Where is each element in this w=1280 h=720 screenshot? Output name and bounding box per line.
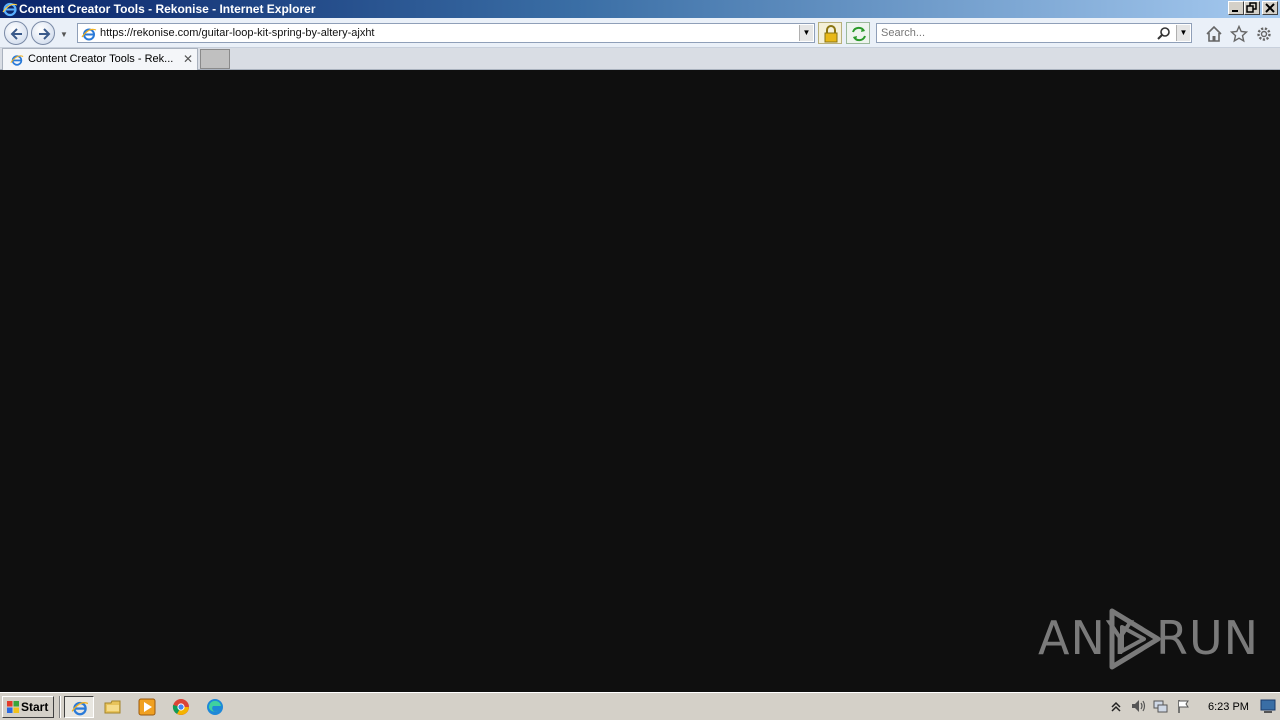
ie-logo-icon xyxy=(2,2,18,17)
start-label: Start xyxy=(21,700,49,714)
minimize-icon xyxy=(1232,10,1238,12)
address-dropdown-icon[interactable]: ▼ xyxy=(799,25,813,41)
clock[interactable]: 6:23 PM xyxy=(1208,701,1249,713)
search-box[interactable]: Search... ▼ xyxy=(876,23,1192,43)
play-logo-icon xyxy=(1109,608,1161,670)
back-button[interactable] xyxy=(4,21,28,45)
ie-icon xyxy=(81,28,97,41)
star-icon[interactable] xyxy=(1230,25,1248,43)
restore-button[interactable] xyxy=(1244,1,1260,15)
show-desktop-icon[interactable] xyxy=(1260,698,1276,714)
lock-icon xyxy=(824,25,838,43)
taskbar-edge-button[interactable] xyxy=(200,696,230,718)
volume-icon[interactable] xyxy=(1130,698,1146,714)
minimize-button[interactable] xyxy=(1228,1,1244,15)
security-lock-button[interactable] xyxy=(818,22,842,44)
home-icon[interactable] xyxy=(1205,25,1223,43)
taskbar-chrome-button[interactable] xyxy=(166,696,196,718)
navigation-bar: ▼ https://rekonise.com/guitar-loop-kit-s… xyxy=(0,18,1280,48)
window-title: Content Creator Tools - Rekonise - Inter… xyxy=(19,2,316,16)
taskbar-media-button[interactable] xyxy=(132,696,162,718)
search-dropdown-icon[interactable]: ▼ xyxy=(1176,25,1190,41)
back-arrow-icon xyxy=(10,28,22,40)
page-content xyxy=(0,71,1280,692)
search-icon[interactable] xyxy=(1157,26,1171,40)
url-text[interactable]: https://rekonise.com/guitar-loop-kit-spr… xyxy=(100,27,375,39)
start-button[interactable]: Start xyxy=(2,696,54,718)
taskbar-explorer-button[interactable] xyxy=(98,696,128,718)
tab-ie-icon xyxy=(10,55,24,66)
refresh-button[interactable] xyxy=(846,22,870,44)
windows-flag-icon xyxy=(7,701,19,713)
media-player-icon xyxy=(138,698,156,716)
tab-label[interactable]: Content Creator Tools - Rek... xyxy=(28,53,173,65)
taskbar-ie-button[interactable] xyxy=(64,696,94,718)
edge-icon xyxy=(207,699,223,715)
tab-close-icon[interactable]: ✕ xyxy=(183,52,193,66)
show-hidden-icons-icon[interactable] xyxy=(1108,698,1124,714)
action-center-flag-icon[interactable] xyxy=(1176,698,1192,714)
title-bar: Content Creator Tools - Rekonise - Inter… xyxy=(0,0,1280,18)
network-icon[interactable] xyxy=(1152,698,1168,714)
restore-icon xyxy=(1246,2,1257,13)
chrome-icon xyxy=(172,699,189,715)
folder-icon xyxy=(104,700,121,714)
new-tab-button[interactable] xyxy=(200,49,230,69)
search-placeholder[interactable]: Search... xyxy=(881,27,925,39)
address-bar[interactable]: https://rekonise.com/guitar-loop-kit-spr… xyxy=(77,23,815,43)
history-dropdown-icon[interactable]: ▼ xyxy=(60,30,68,39)
tab-content-creator-tools[interactable]: Content Creator Tools - Rek... ✕ xyxy=(2,48,198,70)
taskbar: Start 6:23 PM xyxy=(0,692,1280,720)
forward-arrow-icon xyxy=(39,28,51,40)
gear-icon[interactable] xyxy=(1255,25,1273,43)
forward-button[interactable] xyxy=(31,21,55,45)
system-tray xyxy=(1104,696,1200,718)
watermark-run-text: RUN xyxy=(1156,611,1260,665)
taskbar-separator xyxy=(59,696,61,718)
tab-bar: Content Creator Tools - Rek... ✕ xyxy=(0,48,1280,70)
ie-icon xyxy=(71,701,89,716)
refresh-icon xyxy=(852,26,866,42)
close-button[interactable] xyxy=(1262,1,1278,15)
close-icon xyxy=(1265,3,1275,13)
